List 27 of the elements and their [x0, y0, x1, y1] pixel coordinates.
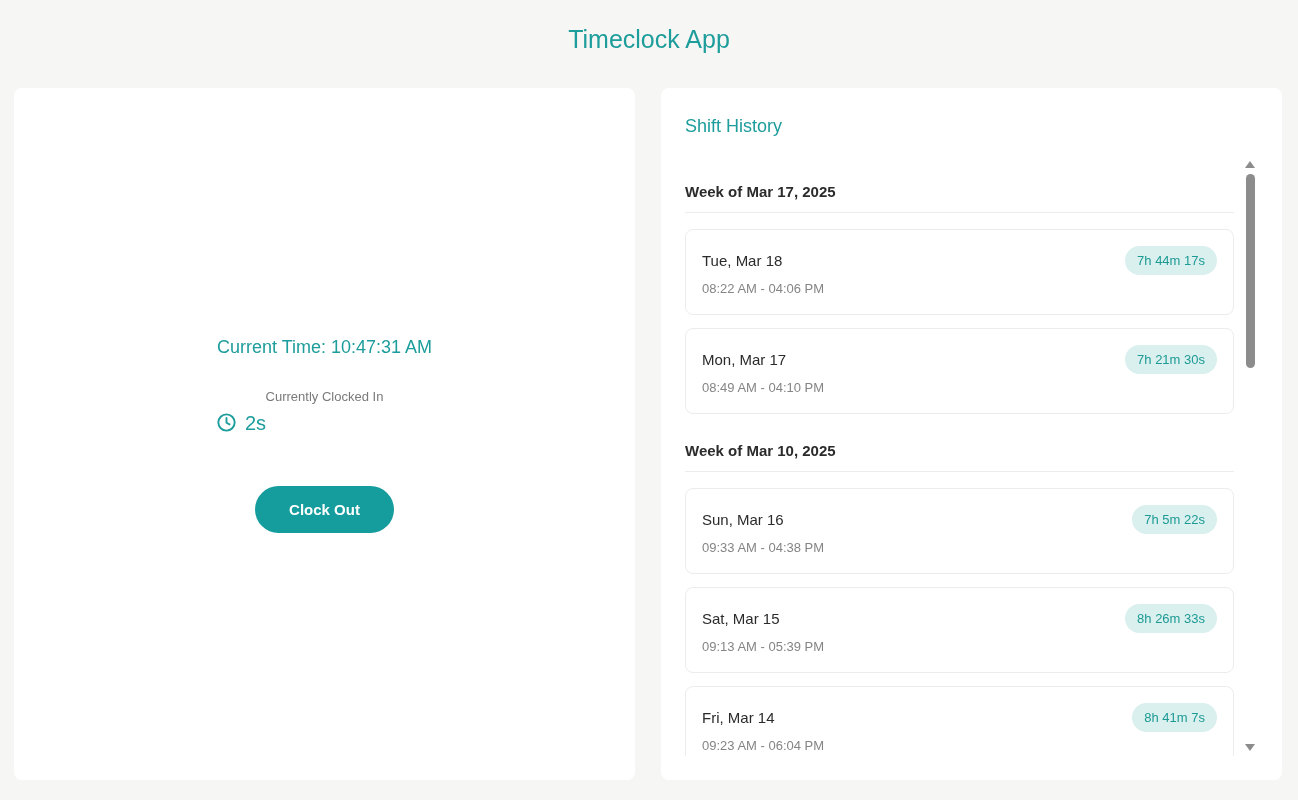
duration-badge: 8h 26m 33s [1125, 604, 1217, 633]
duration-badge: 7h 44m 17s [1125, 246, 1217, 275]
clock-icon [216, 413, 236, 432]
shift-time-range: 09:33 AM - 04:38 PM [702, 539, 826, 557]
current-time-text: Current Time: 10:47:31 AM [216, 335, 433, 358]
shift-date: Mon, Mar 17 [702, 349, 787, 370]
shift-date: Sat, Mar 15 [702, 608, 780, 629]
scroll-down-icon[interactable] [1245, 744, 1255, 751]
app-title: Timeclock App [568, 24, 730, 54]
week-heading: Week of Mar 17, 2025 [685, 182, 1234, 213]
shift-time-range: 09:13 AM - 05:39 PM [702, 638, 826, 656]
shift-date: Fri, Mar 14 [702, 707, 775, 728]
duration-badge: 7h 21m 30s [1125, 345, 1217, 374]
shift-date: Sun, Mar 16 [702, 509, 784, 530]
shift-date: Tue, Mar 18 [702, 250, 783, 271]
week-heading: Week of Mar 10, 2025 [685, 441, 1234, 472]
status-label: Currently Clocked In [264, 387, 385, 406]
shift-time-range: 09:23 AM - 06:04 PM [702, 737, 826, 755]
shift-history-title: Shift History [685, 115, 784, 138]
scroll-up-icon[interactable] [1245, 161, 1255, 168]
duration-badge: 7h 5m 22s [1132, 505, 1217, 534]
elapsed-time: 2s [244, 410, 267, 436]
scrollbar-thumb[interactable] [1245, 174, 1255, 368]
clock-out-button[interactable]: Clock Out [255, 485, 394, 533]
shift-time-range: 08:22 AM - 04:06 PM [702, 280, 826, 298]
shift-time-range: 08:49 AM - 04:10 PM [702, 379, 826, 397]
duration-badge: 8h 41m 7s [1132, 703, 1217, 732]
